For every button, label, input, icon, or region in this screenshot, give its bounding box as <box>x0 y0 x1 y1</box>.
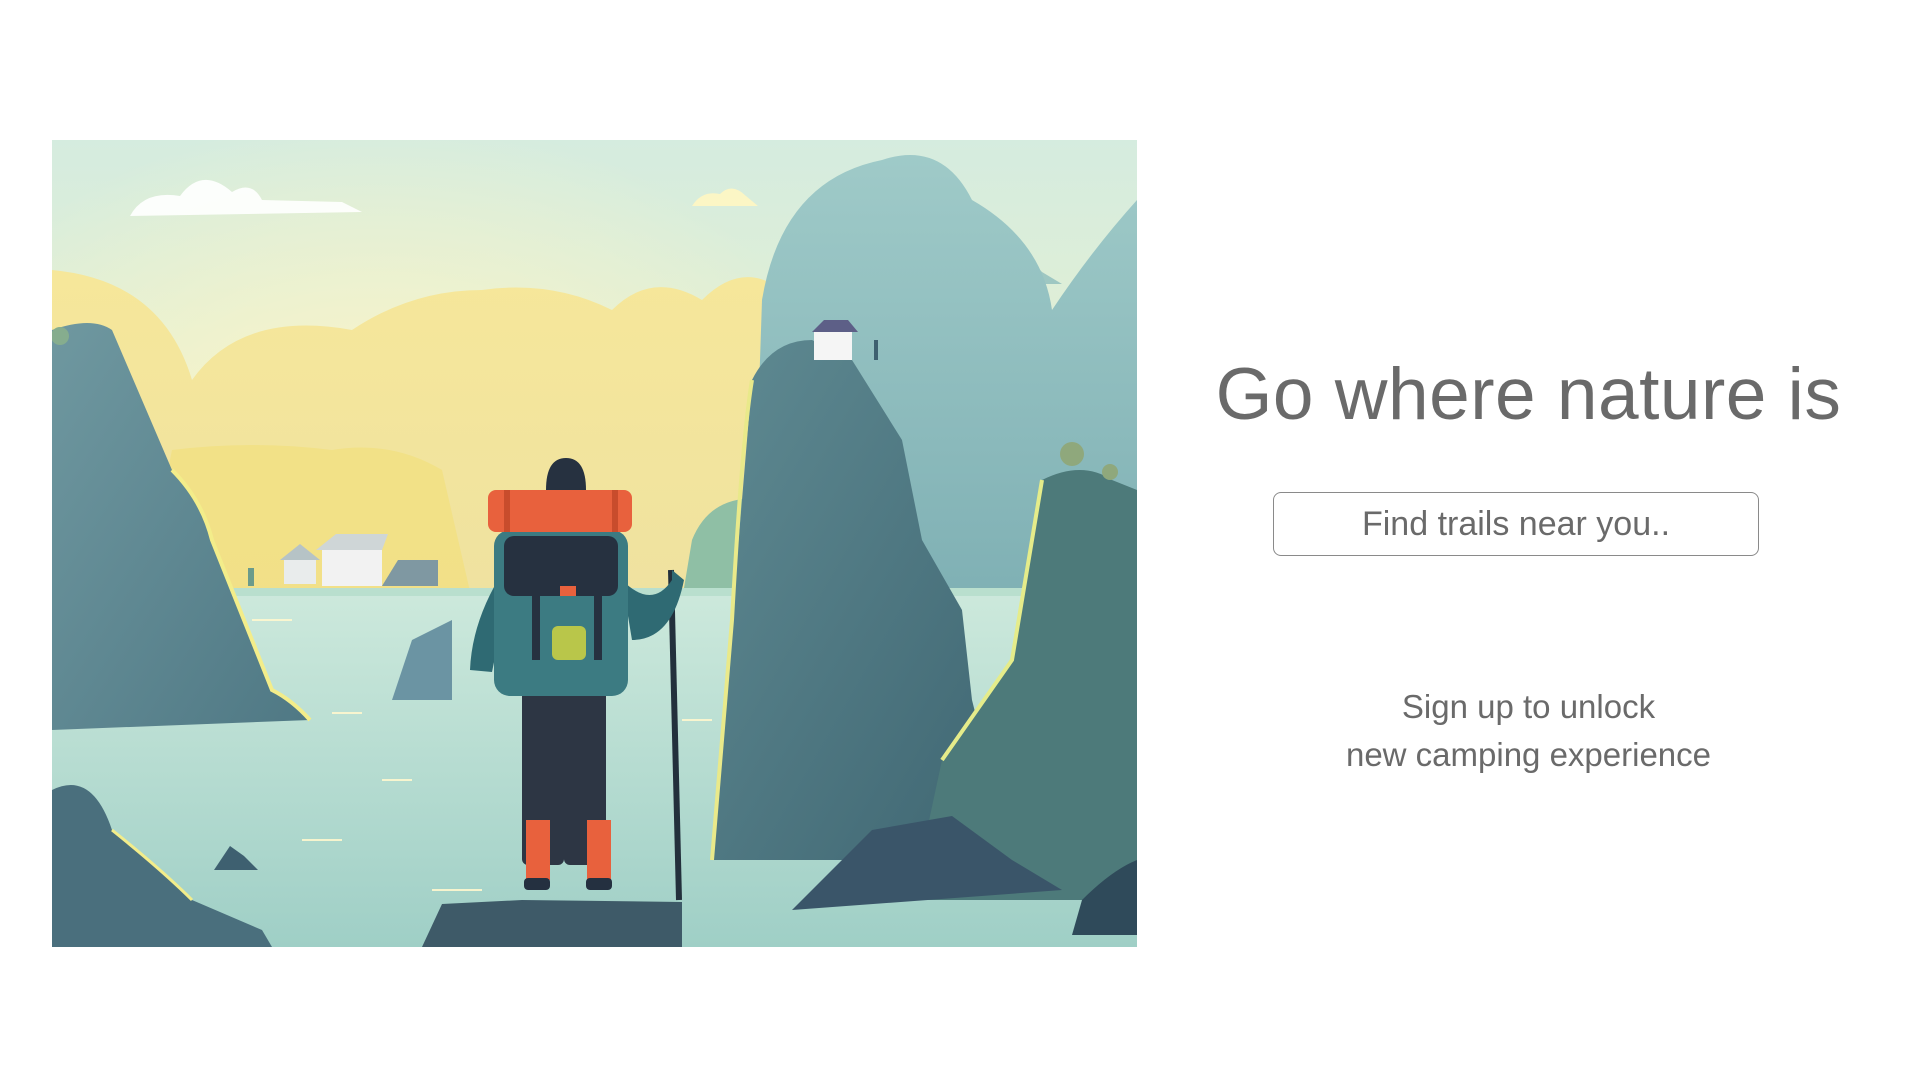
landing-page: Go where nature is Sign up to unlock new… <box>0 0 1920 1080</box>
hero-illustration <box>52 140 1137 947</box>
tagline-line-2: new camping experience <box>1345 736 1712 773</box>
hiker-lake-illustration <box>52 140 1137 947</box>
tagline-line-1: Sign up to unlock <box>1401 688 1656 725</box>
page-title: Go where nature is <box>1215 354 1842 435</box>
signup-tagline: Sign up to unlock new camping experience <box>1137 683 1920 779</box>
trail-search-input[interactable] <box>1274 493 1758 555</box>
search-field[interactable] <box>1273 492 1759 556</box>
right-panel: Go where nature is Sign up to unlock new… <box>1137 0 1920 1080</box>
